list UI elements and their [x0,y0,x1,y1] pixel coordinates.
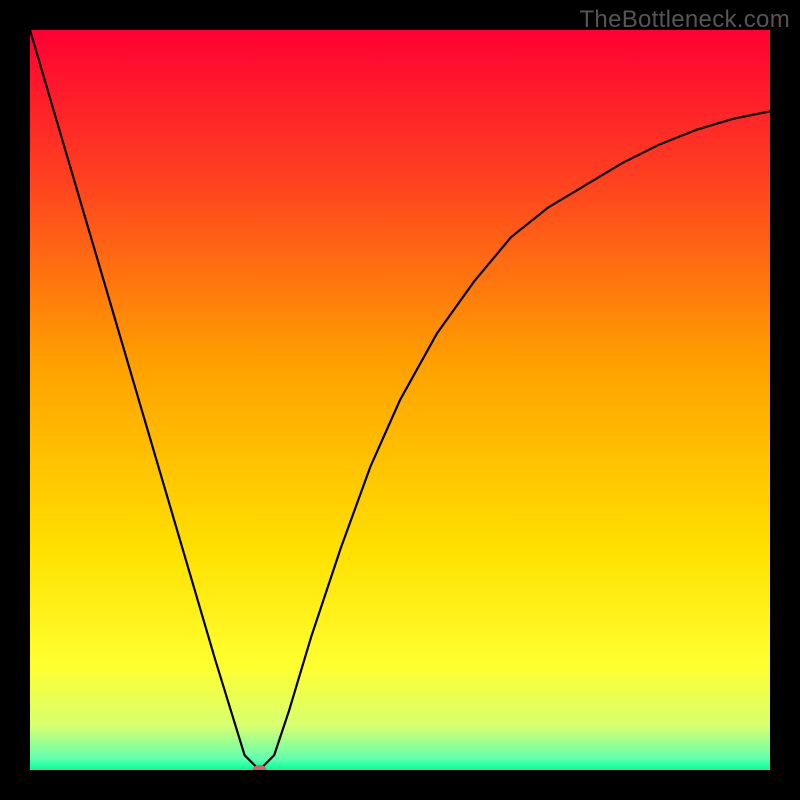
chart-svg [30,30,770,770]
chart-container: TheBottleneck.com [0,0,800,800]
plot-area [30,30,770,770]
